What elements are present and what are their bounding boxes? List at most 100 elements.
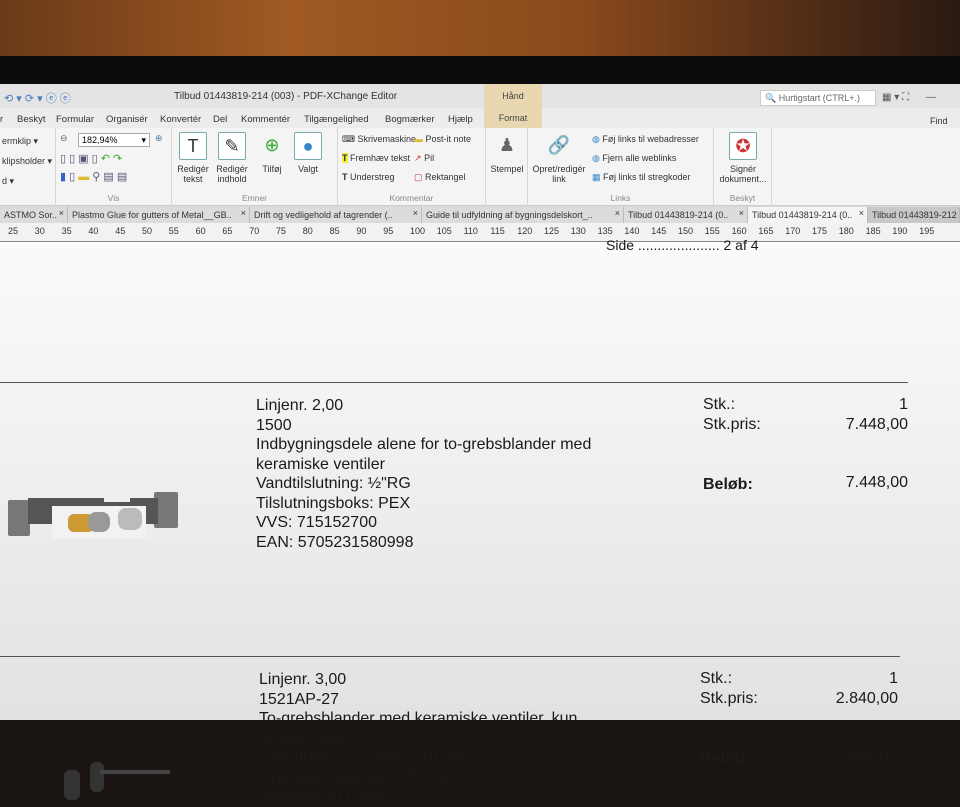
selected-icon: ● — [294, 132, 322, 160]
close-icon[interactable]: × — [59, 208, 64, 218]
close-icon[interactable]: × — [413, 208, 418, 218]
ruler-tick-label: 150 — [678, 226, 694, 236]
group-stempel: ♟ Stempel — [486, 128, 528, 206]
rectangle-button[interactable]: ▢ Rektangel — [414, 172, 466, 183]
typewriter-button[interactable]: ⌨ Skrivemaskine — [342, 134, 416, 145]
stamp-button[interactable]: ♟ Stempel — [486, 132, 528, 174]
tab-document[interactable]: Plastmo Glue for gutters of Metal__GB.. × — [68, 207, 250, 223]
arrow-button[interactable]: ↗ Pil — [414, 153, 434, 164]
divider — [0, 382, 908, 383]
ruler-tick-label: 75 — [276, 226, 287, 236]
line-item-text: Grebtype: Standard 25 mm — [259, 768, 452, 786]
selected-button[interactable]: ● Valgt — [290, 132, 326, 174]
label: Redigér tekst — [177, 164, 209, 184]
menu-formular[interactable]: Formular — [56, 114, 94, 125]
quick-search-input[interactable]: 🔍 Hurtigstart (CTRL+.) — [760, 90, 876, 106]
zoom-out-icon[interactable]: ⊖ — [60, 133, 68, 144]
certificate-icon: ✪ — [729, 132, 757, 160]
ruler-tick-label: 105 — [436, 226, 452, 236]
edit-text-button[interactable]: T Redigér tekst — [174, 132, 212, 184]
remove-weblinks-button[interactable]: ◍ Fjern alle weblinks — [592, 153, 676, 164]
close-icon[interactable]: × — [739, 208, 744, 218]
ruler-tick-label: 180 — [838, 226, 854, 236]
line-item-text: Tilslutningsboks: PEX — [256, 494, 411, 512]
ruler-tick-label: 95 — [383, 226, 394, 236]
line-item-text: keramiske ventiler — [256, 455, 385, 473]
clipboard-more-button[interactable]: d ▾ — [2, 176, 14, 187]
page-view-icons[interactable]: ▯ ▯ ▣ ▯ ↶ ↷ — [60, 152, 122, 165]
clipholder-button[interactable]: klipsholder ▾ — [2, 156, 52, 167]
ruler-tick-label: 85 — [329, 226, 340, 236]
ruler-tick-label: 140 — [624, 226, 640, 236]
menu-bogmaerker[interactable]: Bogmærker — [385, 114, 435, 125]
document-tabs: ASTMO Sor.. × Plastmo Glue for gutters of… — [0, 206, 960, 223]
amount-label: Beløb: — [700, 750, 750, 767]
ruler-tick-label: 35 — [61, 226, 72, 236]
ruler-tick-label: 185 — [865, 226, 881, 236]
ruler-tick-label: 90 — [356, 226, 367, 236]
menu-organiser[interactable]: Organisér — [106, 114, 148, 125]
amount-label: Beløb: — [703, 476, 753, 493]
search-placeholder: Hurtigstart (CTRL+.) — [778, 93, 860, 103]
tab-label: ASTMO Sor.. — [4, 210, 58, 220]
label: Skrivemaskine — [357, 134, 417, 144]
tab-format[interactable]: Format — [484, 106, 542, 128]
ruler-tick-label: 110 — [463, 226, 478, 236]
edit-content-button[interactable]: ✎ Redigér indhold — [212, 132, 252, 184]
ruler-tick-label: 160 — [731, 226, 747, 236]
group-emner: T Redigér tekst ✎ Redigér indhold ⊕ Tilføj … — [172, 128, 338, 206]
tab-document[interactable]: Drift og vedligehold af tagrender (.. × — [250, 207, 422, 223]
tab-document[interactable]: Tilbud 01443819-212 — [868, 207, 960, 223]
sign-document-button[interactable]: ✪ Signér dokument... — [714, 132, 772, 184]
tab-document-active[interactable]: Tilbud 01443819-214 (0.. × — [748, 207, 868, 223]
find-button[interactable]: Find — [930, 116, 948, 126]
context-group-label: Hånd — [502, 91, 524, 101]
highlight-text-button[interactable]: T Fremhæv tekst — [342, 153, 410, 163]
window-controls[interactable]: ▦ ▾ ⛶ — — [882, 92, 936, 103]
menu-hjaelp[interactable]: Hjælp — [448, 114, 473, 125]
tab-document[interactable]: ASTMO Sor.. × — [0, 207, 68, 223]
label: Opret/redigér link — [532, 164, 586, 184]
create-link-button[interactable]: 🔗 Opret/redigér link — [528, 132, 590, 184]
unit-price-value: 2.840,00 — [835, 690, 898, 707]
group-label-beskyt: Beskyt — [729, 193, 756, 203]
close-icon[interactable]: × — [859, 208, 864, 218]
group-clipboard: ermklip ▾ klipsholder ▾ d ▾ — [0, 128, 56, 206]
window-title: Tilbud 01443819-214 (003) - PDF-XChange … — [174, 91, 398, 102]
photo-background — [0, 0, 960, 56]
add-barcode-links-button[interactable]: ▦ Føj links til stregkoder — [592, 172, 691, 183]
menu-tilgaengelighed[interactable]: Tilgængelighed — [304, 114, 369, 125]
line-item-text: Linjenr. 3,00 — [259, 671, 347, 688]
add-button[interactable]: ⊕ Tilføj — [254, 132, 290, 174]
clipboard-button[interactable]: ermklip ▾ — [2, 136, 38, 147]
line-item-text: 1500 — [256, 416, 292, 434]
post-it-button[interactable]: ▬ Post-it note — [414, 134, 471, 144]
panel-icons[interactable]: ▮ ▯ ▬ ⚲ ▤ ▤ — [60, 170, 127, 183]
ruler-tick-label: 130 — [570, 226, 586, 236]
group-vis: ⊖ 182,94% ▾ ⊕ ▯ ▯ ▣ ▯ ↶ ↷ ▮ ▯ ▬ ⚲ ▤ ▤ Vi… — [56, 128, 172, 206]
menu-beskyt[interactable]: Beskyt — [17, 114, 46, 125]
close-icon[interactable]: × — [615, 208, 620, 218]
line-item-text: 1521AP-27 — [259, 690, 340, 708]
tab-document[interactable]: Guide til udfyldning af bygningsdelskort… — [422, 207, 624, 223]
zoom-select[interactable]: 182,94% ▾ — [78, 133, 150, 147]
link-icon: 🔗 — [547, 135, 571, 155]
qty-value: 1 — [899, 396, 908, 413]
zoom-in-icon[interactable]: ⊕ — [155, 133, 163, 144]
add-web-links-button[interactable]: ◍ Føj links til webadresser — [592, 134, 699, 145]
ruler-tick-label: 145 — [651, 226, 667, 236]
menu-view[interactable]: r — [0, 114, 3, 125]
ruler-tick-label: 155 — [704, 226, 720, 236]
underline-button[interactable]: T Understreg — [342, 172, 395, 182]
group-label-kommentar: Kommentar — [389, 193, 434, 203]
quick-access-icons[interactable]: ⟲ ▾ ⟳ ▾ ⓔ ⓔ — [4, 90, 71, 106]
menu-del[interactable]: Del — [213, 114, 227, 125]
menu-kommenter[interactable]: Kommentér — [241, 114, 290, 125]
label: Post-it note — [425, 134, 472, 144]
menu-konverter[interactable]: Konvertér — [160, 114, 201, 125]
context-tab-hand[interactable]: Hånd Format — [484, 84, 542, 128]
title-bar: ⟲ ▾ ⟳ ▾ ⓔ ⓔ Tilbud 01443819-214 (003) - … — [0, 84, 960, 108]
close-icon[interactable]: × — [241, 208, 246, 218]
edit-content-icon: ✎ — [218, 132, 246, 160]
tab-document[interactable]: Tilbud 01443819-214 (0.. × — [624, 207, 748, 223]
